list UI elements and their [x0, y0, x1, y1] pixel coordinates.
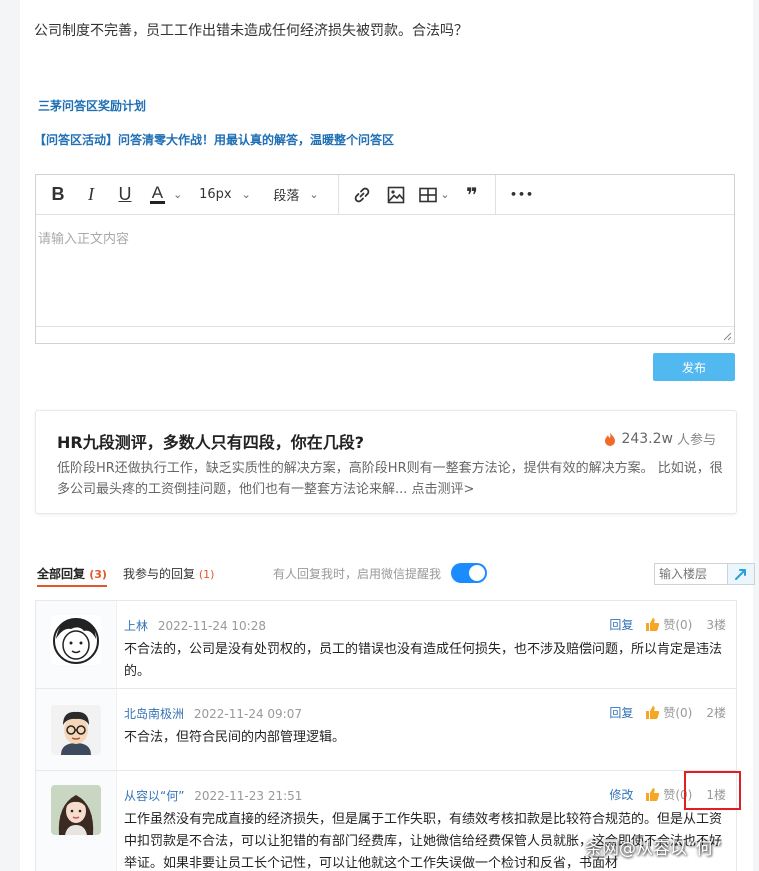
font-size-select[interactable]: 16px ⌄ [190, 175, 260, 215]
page-container: 公司制度不完善，员工工作出错未造成任何经济损失被罚款。合法吗？ 三茅问答区奖励计… [20, 0, 755, 871]
reply-meta: 北岛南极洲 2022-11-24 09:07 [124, 705, 302, 722]
reply-time: 2022-11-24 09:07 [193, 707, 302, 721]
promo-count-suffix: 人参与 [676, 433, 716, 448]
floor-number: 3楼 [706, 618, 726, 632]
promo-participants: 243.2w 人参与 [603, 429, 716, 448]
avatar-icon [51, 785, 101, 835]
resize-handle-icon[interactable] [723, 332, 732, 341]
floor-input[interactable] [654, 563, 728, 585]
tab-count: (1) [198, 568, 215, 581]
thumbs-up-icon [646, 788, 660, 801]
edit-button[interactable]: 修改 [609, 786, 633, 803]
like-button[interactable]: 赞(0) [645, 704, 692, 721]
reply-editor: B I U A ⌄ 16px ⌄ 段落 ⌄ ⌄ ❞ ••• 请输入正文内容 [35, 174, 735, 344]
table-icon [419, 187, 438, 202]
reply-meta: 从容以“何” 2022-11-23 21:51 [124, 787, 302, 804]
jump-icon [735, 569, 746, 580]
avatar-icon [51, 615, 101, 665]
editor-toolbar: B I U A ⌄ 16px ⌄ 段落 ⌄ ⌄ ❞ ••• [36, 174, 734, 215]
tab-count: (3) [89, 568, 107, 581]
tab-label: 全部回复 [37, 567, 86, 581]
tab-label: 我参与的回复 [123, 567, 196, 581]
like-count: 赞(0) [663, 706, 693, 720]
reply-content: 不合法，但符合民间的内部管理逻辑。 [124, 730, 346, 745]
avatar-pane [36, 601, 117, 688]
font-size-value: 16px [199, 187, 232, 202]
more-button[interactable]: ••• [502, 175, 542, 215]
reply-list: 上林 2022-11-24 10:28 回复 赞(0) 3楼 不合法的，公司是没… [35, 600, 737, 871]
reply-button[interactable]: 回复 [609, 616, 633, 633]
chevron-down-icon: ⌄ [173, 189, 183, 201]
watermark: 条网@从容以“何” [585, 839, 722, 859]
table-button[interactable]: ⌄ [413, 175, 455, 215]
thumbs-up-icon [646, 618, 660, 631]
promo-title[interactable]: HR九段测评，多数人只有四段，你在几段? [57, 429, 364, 453]
toggle-knob [469, 565, 485, 581]
quote-button[interactable]: ❞ [455, 175, 489, 215]
image-button[interactable] [379, 175, 413, 215]
reward-plan-link[interactable]: 三茅问答区奖励计划 [38, 97, 146, 114]
underline-button[interactable]: U [108, 175, 142, 215]
avatar-icon [51, 705, 101, 755]
editor-content-area[interactable]: 请输入正文内容 [36, 216, 734, 326]
reply-item: 北岛南极洲 2022-11-24 09:07 回复 赞(0) 2楼 不合法，但符… [36, 689, 736, 771]
font-color-label: A [149, 183, 166, 204]
tab-my-replies[interactable]: 我参与的回复 (1) [123, 565, 214, 582]
bold-button[interactable]: B [42, 175, 74, 215]
reply-item: 上林 2022-11-24 10:28 回复 赞(0) 3楼 不合法的，公司是没… [36, 601, 736, 689]
reply-time: 2022-11-23 21:51 [194, 789, 303, 803]
publish-button[interactable]: 发布 [653, 353, 735, 381]
wechat-notify-toggle[interactable] [451, 563, 487, 583]
reply-content: 不合法的，公司是没有处罚权的，员工的错误也没有造成任何损失，也不涉及赔偿问题，所… [124, 642, 723, 679]
chevron-down-icon: ⌄ [309, 188, 319, 201]
chevron-down-icon: ⌄ [440, 188, 450, 201]
chevron-down-icon: ⌄ [241, 188, 251, 201]
jump-to-floor-button[interactable] [727, 563, 755, 585]
reply-actions: 回复 赞(0) 2楼 [609, 704, 726, 721]
toolbar-divider [495, 174, 496, 215]
reply-author[interactable]: 北岛南极洲 [124, 707, 184, 721]
activity-link[interactable]: 【问答区活动】问答清零大作战！用最认真的解答，温暖整个问答区 [34, 131, 394, 148]
reply-actions: 回复 赞(0) 3楼 [609, 616, 726, 633]
editor-statusbar [36, 326, 734, 343]
avatar[interactable] [51, 615, 101, 665]
image-icon [387, 186, 405, 203]
floor-number: 2楼 [706, 706, 726, 720]
reply-button[interactable]: 回复 [609, 704, 633, 721]
editor-placeholder: 请输入正文内容 [38, 232, 130, 247]
question-text: 公司制度不完善，员工工作出错未造成任何经济损失被罚款。合法吗？ [34, 23, 468, 39]
quote-icon: ❞ [466, 182, 478, 207]
wechat-notify-label: 有人回复我时，启用微信提醒我 [273, 567, 442, 581]
paragraph-value: 段落 [273, 189, 300, 204]
avatar[interactable] [51, 785, 101, 835]
link-icon [354, 187, 370, 202]
like-count: 赞(0) [663, 618, 693, 632]
italic-button[interactable]: I [74, 175, 108, 215]
reply-author[interactable]: 上林 [124, 619, 148, 633]
reply-time: 2022-11-24 10:28 [157, 619, 266, 633]
promo-card[interactable]: HR九段测评，多数人只有四段，你在几段? 243.2w 人参与 低阶段HR还做执… [35, 410, 737, 514]
reply-author[interactable]: 从容以“何” [124, 789, 184, 803]
highlight-annotation [684, 771, 741, 810]
fire-icon [605, 431, 616, 446]
thumbs-up-icon [646, 706, 660, 719]
reply-meta: 上林 2022-11-24 10:28 [124, 617, 266, 634]
avatar[interactable] [51, 705, 101, 755]
avatar-pane [36, 771, 117, 871]
avatar-pane [36, 689, 117, 770]
toolbar-divider [338, 174, 339, 215]
link-button[interactable] [345, 175, 379, 215]
tab-all-replies[interactable]: 全部回复 (3) [37, 565, 107, 587]
paragraph-select[interactable]: 段落 ⌄ [260, 175, 332, 215]
font-color-button[interactable]: A ⌄ [142, 175, 190, 215]
promo-count: 243.2w [621, 430, 673, 447]
reply-tabs: 全部回复 (3) 我参与的回复 (1) 有人回复我时，启用微信提醒我 [37, 560, 755, 588]
more-icon: ••• [509, 188, 535, 201]
like-button[interactable]: 赞(0) [645, 616, 692, 633]
promo-description[interactable]: 低阶段HR还做执行工作，缺乏实质性的解决方案，高阶段HR则有一整套方法论，提供有… [57, 458, 733, 500]
